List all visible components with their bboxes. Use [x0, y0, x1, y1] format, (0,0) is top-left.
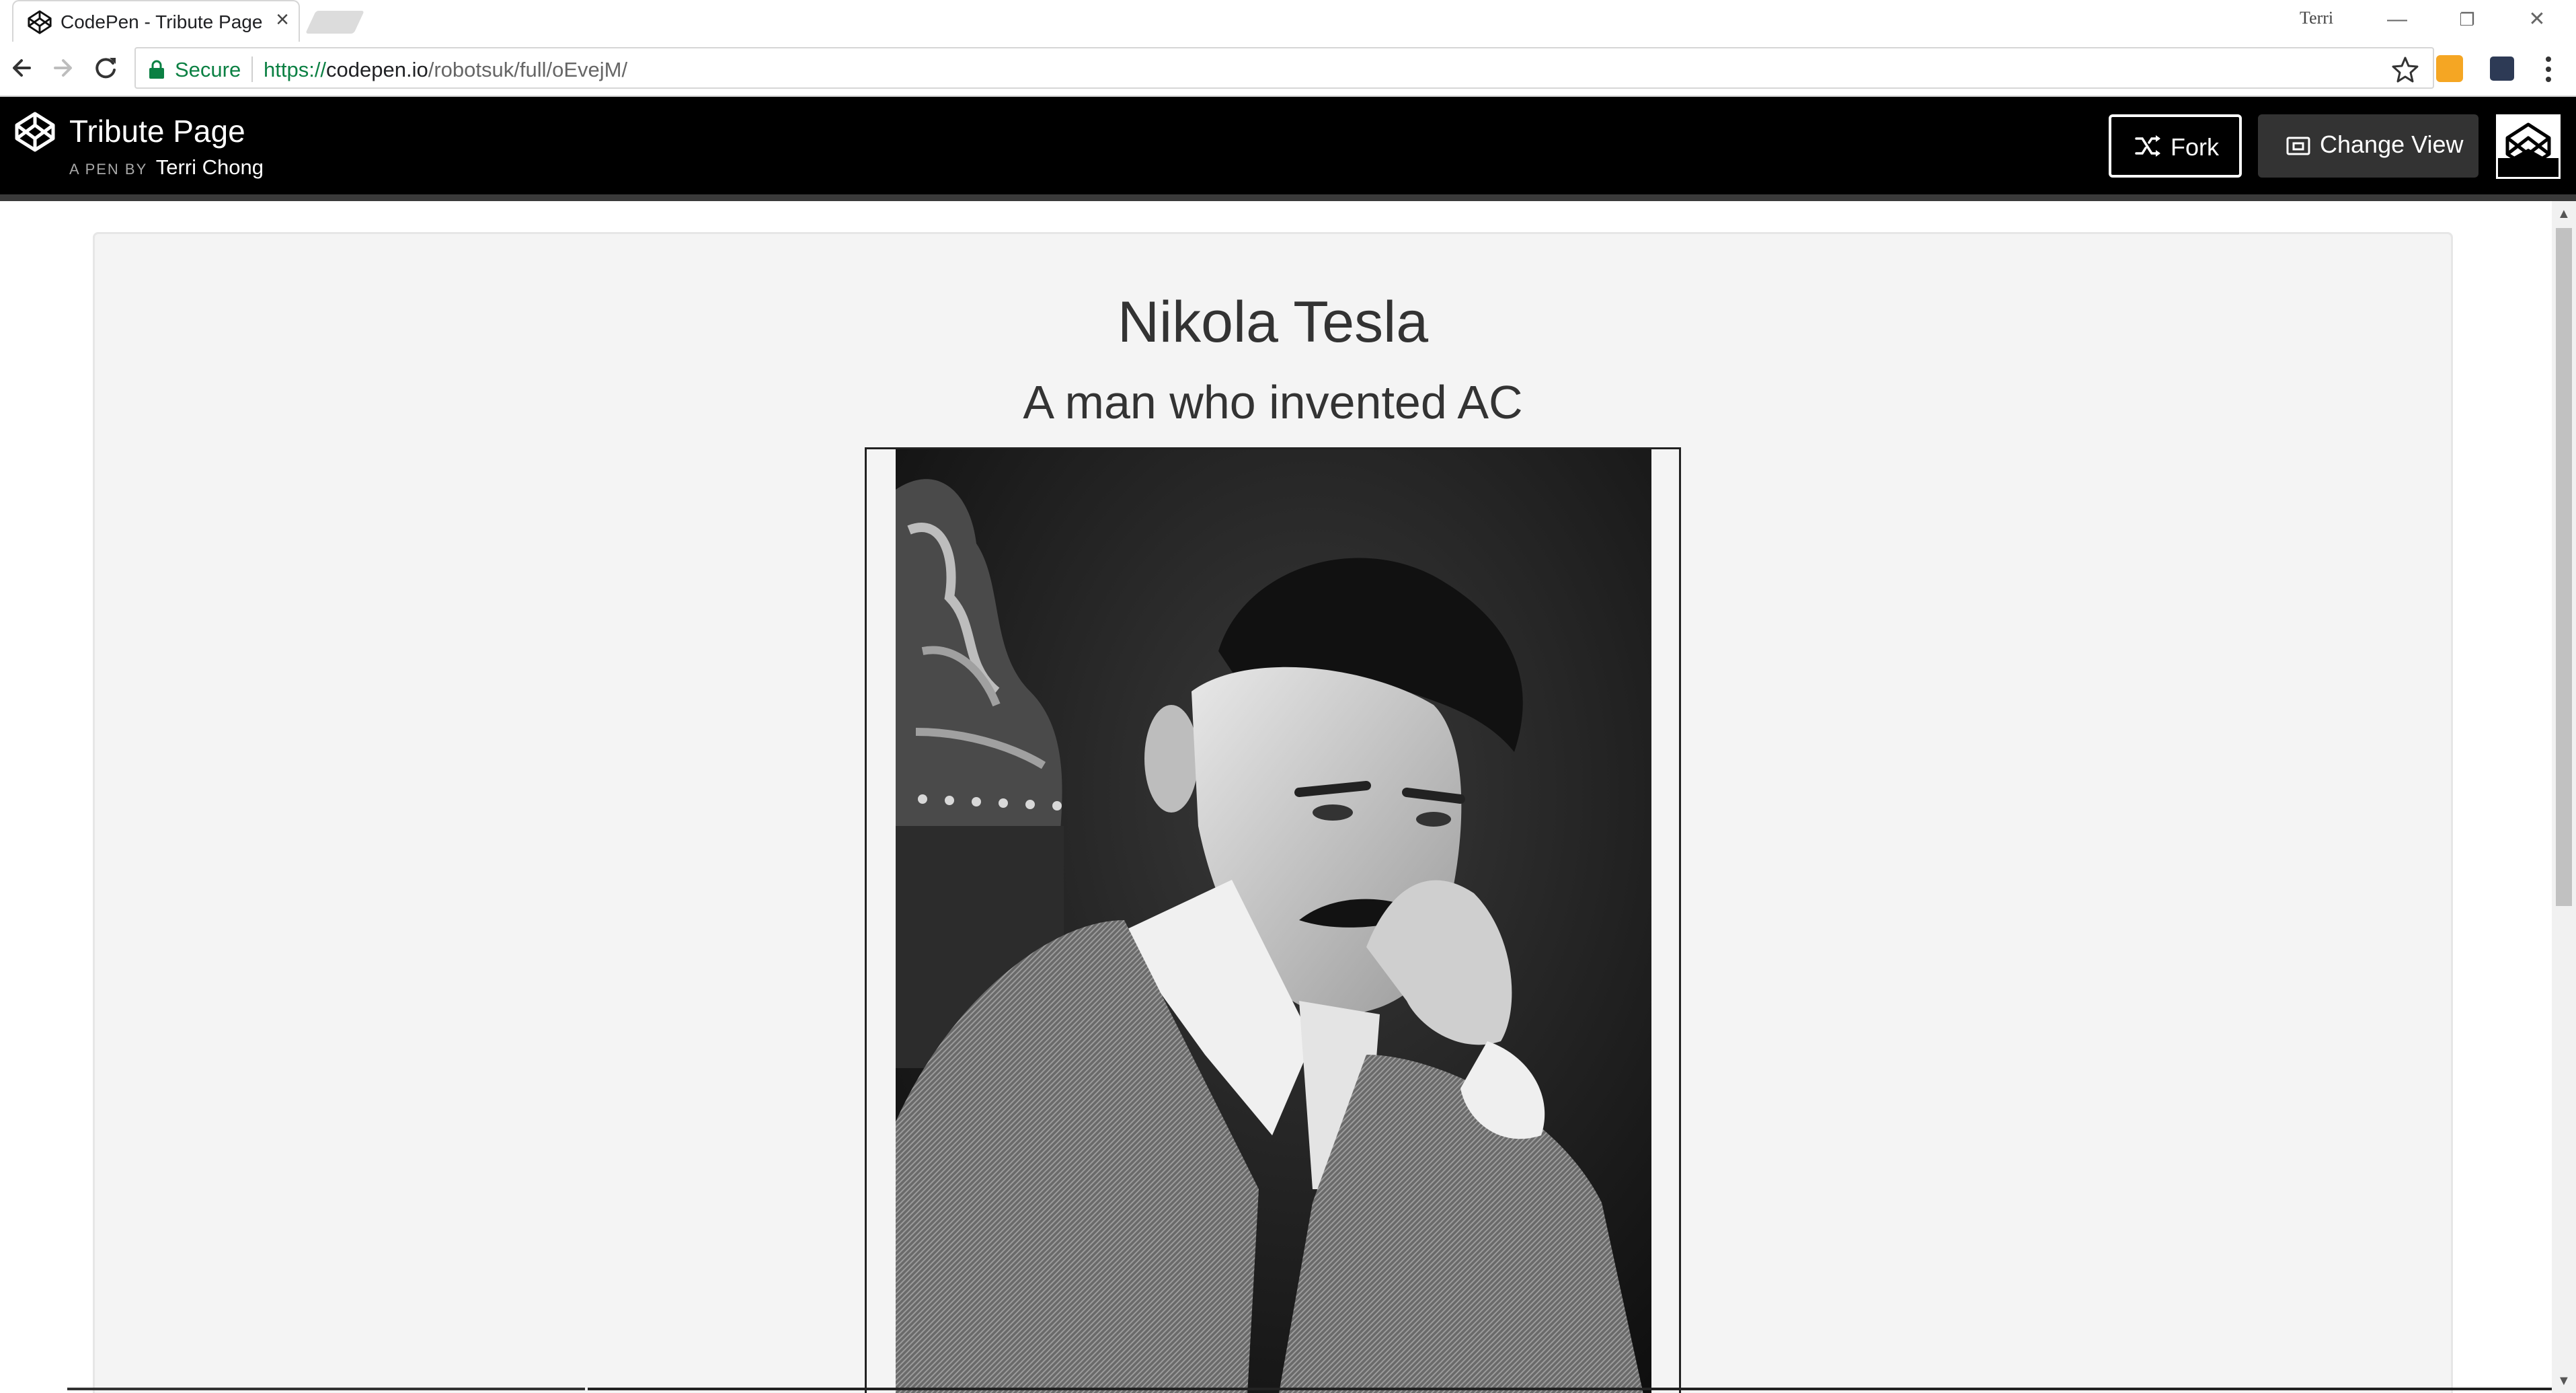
avatar-codepen-icon [2498, 116, 2559, 177]
pen-byline: A PEN BY Terri Chong [69, 155, 264, 180]
codepen-favicon-icon [28, 10, 52, 34]
tribute-container: Nikola Tesla A man who invented AC [93, 232, 2453, 1393]
byline-prefix: A PEN BY [69, 161, 148, 178]
scroll-down-arrow-icon[interactable]: ▼ [2557, 1373, 2571, 1389]
page-scrollbar[interactable]: ▲ ▼ [2552, 201, 2576, 1393]
fork-button[interactable]: Fork [2109, 114, 2242, 178]
codepen-header: Tribute Page A PEN BY Terri Chong Fork C… [0, 97, 2576, 194]
url-host: codepen.io [326, 58, 428, 81]
close-window-button[interactable]: ✕ [2507, 3, 2567, 36]
scroll-up-arrow-icon[interactable]: ▲ [2557, 206, 2571, 222]
bottom-border-right [588, 1388, 2552, 1390]
page-title: Nikola Tesla [1117, 290, 1429, 354]
new-tab-button[interactable] [305, 11, 364, 34]
change-view-label: Change View [2320, 130, 2464, 158]
page-subtitle: A man who invented AC [1023, 376, 1523, 428]
header-shadow-strip [0, 194, 2576, 201]
lock-icon [149, 60, 164, 79]
url-path: /robotsuk/full/oEvejM/ [428, 58, 628, 81]
forward-arrow-icon[interactable] [46, 51, 79, 85]
minimize-window-button[interactable]: — [2367, 3, 2427, 36]
tesla-portrait-image [896, 449, 1651, 1393]
author-link[interactable]: Terri Chong [156, 155, 264, 179]
url-scheme: https:// [264, 58, 327, 81]
user-avatar[interactable] [2496, 114, 2561, 179]
browser-menu-icon[interactable] [2535, 51, 2562, 87]
fork-label: Fork [2171, 133, 2219, 161]
image-frame [865, 447, 1681, 1393]
pen-viewport: Nikola Tesla A man who invented AC [0, 201, 2552, 1393]
address-bar[interactable]: Secure https://codepen.io/robotsuk/full/… [134, 47, 2434, 89]
bookmark-star-icon[interactable] [2391, 55, 2419, 83]
browser-tab[interactable]: CodePen - Tribute Page × [12, 0, 300, 42]
url-separator [251, 57, 253, 82]
secure-label: Secure [175, 58, 241, 81]
rss-feed-icon[interactable] [2436, 55, 2463, 82]
browser-tab-bar: CodePen - Tribute Page × Terri — ❐ ✕ [0, 0, 2576, 42]
reload-icon[interactable] [89, 51, 122, 85]
restore-window-button[interactable]: ❐ [2437, 3, 2497, 36]
change-view-icon [2286, 137, 2310, 155]
portrait-illustration [896, 449, 1651, 1393]
browser-toolbar: Secure https://codepen.io/robotsuk/full/… [0, 42, 2576, 97]
pen-title: Tribute Page [69, 114, 245, 149]
extension-icon[interactable] [2490, 57, 2514, 81]
profile-name[interactable]: Terri [2300, 8, 2333, 28]
change-view-button[interactable]: Change View [2258, 114, 2479, 178]
bottom-border-left [67, 1388, 585, 1390]
tab-close-icon[interactable]: × [269, 7, 296, 33]
tab-title: CodePen - Tribute Page [61, 11, 263, 32]
scroll-thumb[interactable] [2556, 228, 2572, 906]
codepen-logo-icon[interactable] [13, 110, 56, 153]
url-text[interactable]: https://codepen.io/robotsuk/full/oEvejM/ [264, 58, 627, 82]
back-arrow-icon[interactable] [5, 51, 39, 85]
fork-icon [2135, 135, 2160, 157]
